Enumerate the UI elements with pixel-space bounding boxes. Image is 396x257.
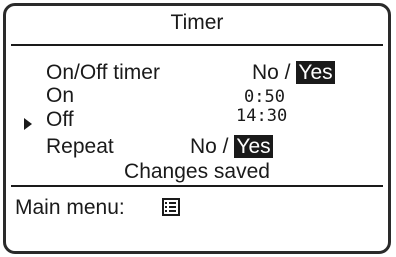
footer-divider	[11, 185, 383, 187]
repeat-no-option[interactable]: No /	[190, 135, 229, 158]
main-menu-label: Main menu:	[15, 196, 125, 219]
onoff-timer-label[interactable]: On/Off timer	[46, 62, 160, 84]
off-time-value[interactable]: 14:30	[236, 106, 287, 126]
repeat-label[interactable]: Repeat	[46, 136, 114, 158]
timer-screen: Timer On/Off timer No / Yes On 0:50 Off …	[3, 3, 391, 254]
off-time-label[interactable]: Off	[46, 109, 74, 131]
repeat-yes-option[interactable]: Yes	[234, 135, 273, 158]
selection-cursor-icon	[24, 118, 32, 130]
repeat-value[interactable]: No / Yes	[190, 135, 273, 158]
on-time-value[interactable]: 0:50	[244, 87, 285, 107]
onoff-timer-yes-option[interactable]: Yes	[296, 61, 335, 84]
on-time-label[interactable]: On	[46, 85, 74, 107]
status-message: Changes saved	[124, 160, 270, 183]
screen-title: Timer	[170, 11, 224, 34]
menu-list-icon[interactable]	[162, 198, 180, 216]
onoff-timer-no-option[interactable]: No /	[252, 61, 291, 84]
onoff-timer-value[interactable]: No / Yes	[252, 61, 335, 84]
title-divider	[11, 44, 383, 46]
